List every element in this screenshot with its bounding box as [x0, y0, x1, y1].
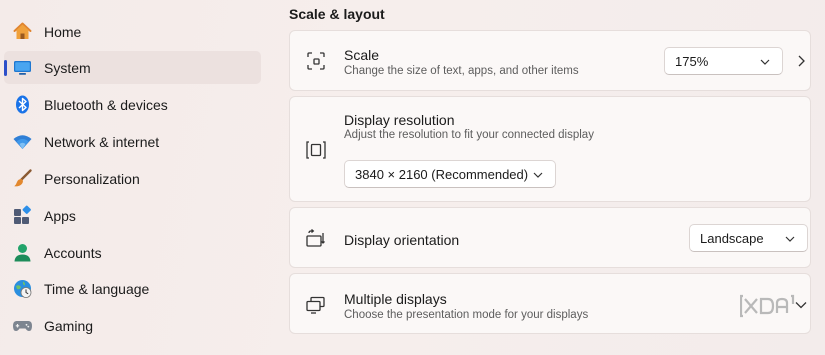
sidebar-item-label: Accounts: [44, 245, 102, 261]
home-icon: [12, 21, 33, 42]
sidebar: Home System Bluetooth & devices Network …: [0, 0, 270, 355]
apps-icon: [12, 205, 33, 226]
sidebar-item-accounts[interactable]: Accounts: [4, 236, 261, 269]
sidebar-item-apps[interactable]: Apps: [4, 199, 261, 232]
orientation-title: Display orientation: [344, 232, 460, 248]
scale-dropdown[interactable]: 175%: [664, 47, 783, 75]
wifi-icon: [12, 131, 33, 152]
display-resolution-card: Display resolution Adjust the resolution…: [289, 96, 811, 202]
orientation-dropdown[interactable]: Landscape: [689, 224, 808, 252]
chevron-down-icon[interactable]: [795, 301, 807, 309]
multiple-displays-description: Choose the presentation mode for your di…: [344, 309, 589, 321]
selection-indicator: [4, 60, 7, 76]
resolution-title: Display resolution: [344, 112, 455, 128]
clock-globe-icon: [12, 278, 33, 299]
sidebar-item-label: Gaming: [44, 318, 94, 334]
sidebar-item-network[interactable]: Network & internet: [4, 125, 261, 158]
orientation-icon: [304, 227, 328, 251]
sidebar-item-bluetooth[interactable]: Bluetooth & devices: [4, 88, 261, 121]
sidebar-item-gaming[interactable]: Gaming: [4, 309, 261, 342]
resolution-description: Adjust the resolution to fit your connec…: [344, 129, 594, 141]
scale-title: Scale: [344, 47, 380, 63]
sidebar-item-personalization[interactable]: Personalization: [4, 162, 261, 195]
orientation-value: Landscape: [700, 231, 764, 246]
scale-card[interactable]: Scale Change the size of text, apps, and…: [289, 30, 811, 91]
section-title: Scale & layout: [289, 6, 385, 22]
gamepad-icon: [12, 315, 33, 336]
sidebar-item-label: Network & internet: [44, 134, 160, 150]
sidebar-item-label: Home: [44, 24, 82, 40]
scale-value: 175%: [675, 54, 709, 69]
system-icon: [12, 57, 33, 78]
scale-icon: [304, 49, 328, 73]
multiple-displays-card[interactable]: Multiple displays Choose the presentatio…: [289, 273, 811, 334]
chevron-right-icon[interactable]: [797, 55, 805, 67]
sidebar-item-label: Apps: [44, 208, 76, 224]
chevron-down-icon: [785, 236, 795, 242]
sidebar-item-label: System: [44, 60, 91, 76]
multiple-displays-icon: [304, 293, 328, 317]
bluetooth-icon: [12, 94, 33, 115]
xda-logo: [740, 294, 795, 318]
sidebar-item-home[interactable]: Home: [4, 15, 261, 48]
resolution-icon: [304, 138, 328, 162]
resolution-value: 3840 × 2160 (Recommended): [355, 167, 529, 182]
display-orientation-card: Display orientation Landscape: [289, 207, 811, 268]
chevron-down-icon: [533, 172, 543, 178]
sidebar-item-label: Time & language: [44, 281, 150, 297]
accounts-icon: [12, 242, 33, 263]
sidebar-item-label: Bluetooth & devices: [44, 97, 168, 113]
chevron-down-icon: [760, 59, 770, 65]
sidebar-item-system[interactable]: System: [4, 51, 261, 84]
resolution-dropdown[interactable]: 3840 × 2160 (Recommended): [344, 160, 556, 188]
brush-icon: [12, 168, 33, 189]
scale-description: Change the size of text, apps, and other…: [344, 65, 579, 77]
sidebar-item-time-language[interactable]: Time & language: [4, 272, 261, 305]
sidebar-item-label: Personalization: [44, 171, 140, 187]
multiple-displays-title: Multiple displays: [344, 291, 447, 307]
